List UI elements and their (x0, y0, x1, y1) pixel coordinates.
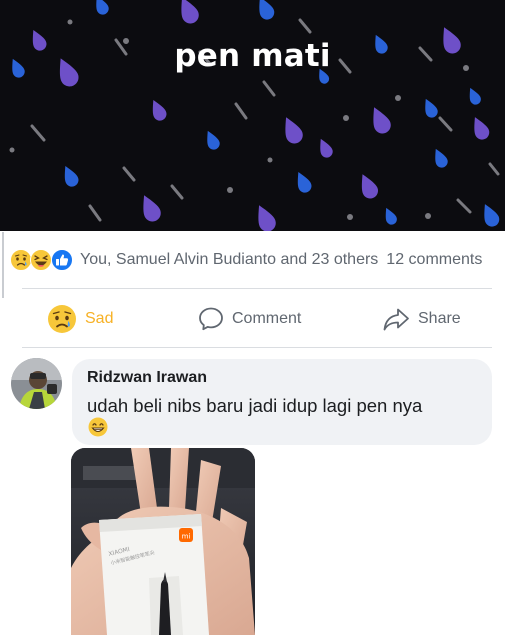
reaction-names[interactable]: You, Samuel Alvin Budianto and 23 others (80, 251, 378, 269)
like-icon (51, 249, 73, 271)
post-banner: pen mati (0, 0, 505, 231)
svg-text:mi: mi (182, 533, 191, 541)
share-button[interactable]: Share (382, 300, 461, 338)
comment-bubble[interactable]: Ridzwan Irawan udah beli nibs baru jadi … (72, 359, 492, 445)
divider (22, 288, 492, 289)
haha-emoji-icon (30, 249, 52, 271)
grinning-face-icon (88, 417, 108, 437)
divider (22, 347, 492, 348)
comment-count[interactable]: 12 comments (386, 251, 482, 269)
avatar[interactable] (11, 358, 62, 409)
reaction-icons[interactable] (10, 248, 76, 272)
photo-image: mi XIAOMI 小米智能触控笔笔尖 (71, 448, 255, 635)
comment-text: udah beli nibs baru jadi idup lagi pen n… (87, 395, 423, 416)
share-label: Share (418, 310, 461, 327)
post-text: pen mati (174, 38, 331, 74)
comment-button[interactable]: Comment (198, 300, 301, 338)
sad-label: Sad (85, 310, 114, 327)
comment-photo[interactable]: mi XIAOMI 小米智能触控笔笔尖 (71, 448, 255, 635)
comment-icon (199, 307, 223, 331)
reaction-summary[interactable]: You, Samuel Alvin Budianto and 23 others… (10, 247, 505, 273)
comment-label: Comment (232, 310, 302, 327)
share-icon (383, 308, 409, 331)
rain-drop-pattern (7, 0, 502, 231)
comment-author[interactable]: Ridzwan Irawan (87, 369, 207, 387)
avatar-image (11, 358, 62, 409)
sad-emoji-icon (10, 249, 32, 271)
left-border (2, 232, 4, 298)
sad-reaction-button[interactable]: Sad (47, 300, 113, 338)
sad-emoji-icon (48, 305, 76, 333)
